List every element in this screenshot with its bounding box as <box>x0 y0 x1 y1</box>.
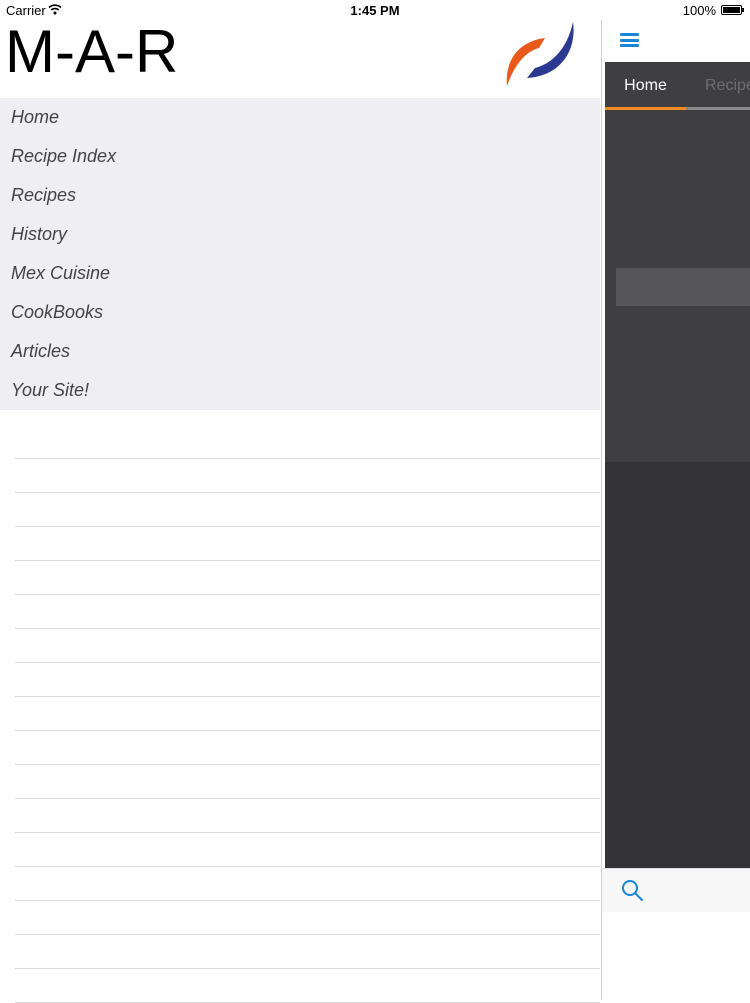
menu-item-recipes[interactable]: Recipes <box>0 176 600 215</box>
brand-logo <box>506 22 574 86</box>
empty-row <box>15 799 600 833</box>
search-icon[interactable] <box>620 878 644 902</box>
empty-row <box>15 969 600 1003</box>
empty-row <box>15 765 600 799</box>
empty-row <box>15 731 600 765</box>
menu-item-recipe-index[interactable]: Recipe Index <box>0 137 600 176</box>
main-panel: Home Recipes <box>601 20 750 1000</box>
empty-row <box>15 833 600 867</box>
hamburger-icon[interactable] <box>620 33 639 47</box>
content-area <box>605 110 750 462</box>
tab-bar: Home Recipes <box>605 62 750 110</box>
tab-recipes[interactable]: Recipes <box>705 62 750 110</box>
menu-item-mex-cuisine[interactable]: Mex Cuisine <box>0 254 600 293</box>
drawer-header: M-A-R <box>0 18 601 98</box>
menu-item-history[interactable]: History <box>0 215 600 254</box>
empty-row <box>15 663 600 697</box>
empty-row <box>15 459 600 493</box>
status-time: 1:45 PM <box>350 3 400 18</box>
empty-row <box>15 595 600 629</box>
empty-row <box>15 425 600 459</box>
empty-row <box>15 935 600 969</box>
drawer-menu: Home Recipe Index Recipes History Mex Cu… <box>0 98 600 410</box>
content-lower-area <box>605 462 750 868</box>
empty-row <box>15 493 600 527</box>
menu-item-home[interactable]: Home <box>0 98 600 137</box>
empty-row <box>15 697 600 731</box>
empty-row <box>15 527 600 561</box>
empty-row <box>15 901 600 935</box>
empty-row <box>15 561 600 595</box>
menu-item-articles[interactable]: Articles <box>0 332 600 371</box>
battery-percent: 100% <box>682 3 716 18</box>
brand-title: M-A-R <box>5 18 179 85</box>
bottom-toolbar <box>602 868 750 912</box>
tab-home[interactable]: Home <box>605 62 686 110</box>
empty-row <box>15 867 600 901</box>
status-bar: Carrier 1:45 PM 100% <box>0 0 750 20</box>
content-placeholder-bar <box>616 268 750 306</box>
menu-item-cookbooks[interactable]: CookBooks <box>0 293 600 332</box>
menu-item-your-site[interactable]: Your Site! <box>0 371 600 410</box>
battery-icon <box>721 5 744 15</box>
empty-row <box>15 629 600 663</box>
empty-list-rows <box>15 425 600 1003</box>
navigation-drawer: M-A-R Home Recipe Index Recipes History … <box>0 18 601 1003</box>
